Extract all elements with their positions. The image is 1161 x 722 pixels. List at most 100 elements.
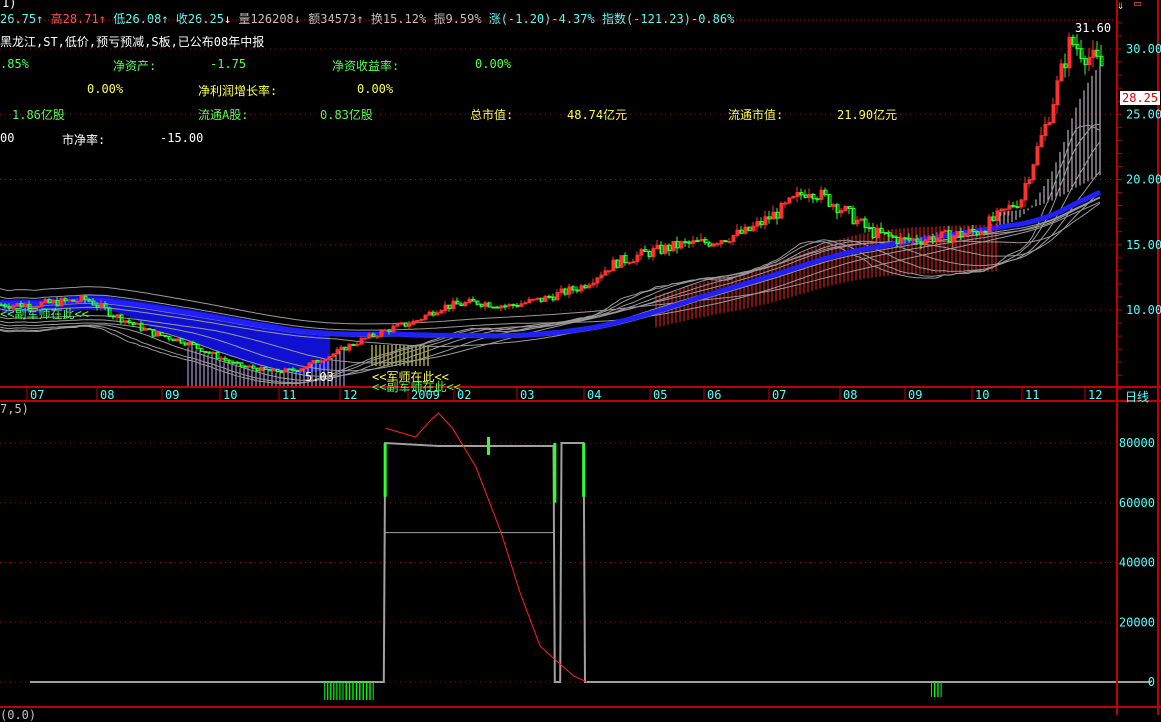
- candle-body: [407, 323, 412, 327]
- candle-body: [335, 349, 340, 355]
- month-label: 06: [707, 388, 721, 402]
- candle-body: [751, 225, 756, 232]
- candle-body: [567, 286, 572, 295]
- candle-body: [1023, 182, 1028, 201]
- price-tick-label: 15.00: [1126, 238, 1161, 252]
- candle-body: [867, 227, 872, 230]
- month-label: 10: [975, 388, 989, 402]
- month-label: 09: [165, 388, 179, 402]
- candle-body: [719, 240, 724, 245]
- candle-body: [295, 369, 300, 372]
- month-label: 05: [653, 388, 667, 402]
- candle-body: [123, 320, 128, 323]
- candle-body: [579, 285, 584, 292]
- candle-body: [415, 319, 420, 322]
- candle-body: [339, 346, 344, 351]
- candle-body: [923, 239, 928, 245]
- scroll-down-icon[interactable]: ⇓: [1117, 0, 1124, 12]
- candle-body: [935, 237, 940, 243]
- candle-body: [771, 211, 776, 220]
- candle-body: [603, 270, 608, 276]
- ma-line-grey: [0, 191, 1101, 372]
- indicator-red-curve: [385, 412, 588, 683]
- candle-body: [319, 360, 324, 363]
- candle-body: [607, 270, 612, 273]
- candle-body: [347, 344, 352, 351]
- signal-label-2: <<副军师在此<<: [372, 380, 461, 394]
- candle-body: [359, 338, 364, 345]
- candle-body: [303, 366, 308, 370]
- candle-body: [843, 205, 848, 212]
- candle-body: [787, 197, 792, 204]
- candle-body: [595, 277, 600, 284]
- candle-body: [515, 304, 520, 307]
- candle-body: [187, 341, 192, 346]
- indicator-title: 7,5): [0, 402, 29, 416]
- axes: 30.00 25.00 20.00 15.00 10.00 07 08 09 10 11 12 200…: [0, 0, 1161, 715]
- indicator-tick-label: 80000: [1119, 436, 1155, 450]
- candle-body: [323, 359, 328, 362]
- candle-body: [1055, 80, 1060, 106]
- candle-body: [451, 300, 456, 310]
- candle-body: [423, 314, 428, 320]
- candle-body: [899, 237, 904, 245]
- candle-body: [1019, 199, 1024, 208]
- candle-body: [247, 365, 252, 368]
- candle-body: [523, 302, 528, 305]
- price-tick-label: 25.00: [1126, 107, 1161, 121]
- candle-body: [383, 329, 388, 332]
- candle-body: [135, 322, 140, 325]
- candle-body: [587, 284, 592, 289]
- candle-body: [283, 368, 288, 373]
- candle-body: [175, 338, 180, 342]
- candle-body: [631, 261, 636, 264]
- candle-body: [875, 227, 880, 239]
- month-label: 03: [520, 388, 534, 402]
- candle-body: [327, 355, 332, 361]
- candle-body: [611, 259, 616, 272]
- candle-body: [231, 361, 236, 364]
- candle-body: [1043, 124, 1048, 137]
- candle-body: [559, 288, 564, 294]
- month-label: 04: [587, 388, 601, 402]
- candle-body: [859, 218, 864, 221]
- candle-body: [435, 312, 440, 316]
- indicator-tick-label: 20000: [1119, 615, 1155, 629]
- candle-body: [355, 343, 360, 346]
- candle-body: [903, 237, 908, 240]
- period-label[interactable]: 日线: [1125, 388, 1149, 405]
- candle-body: [671, 240, 676, 252]
- month-label: 08: [100, 388, 114, 402]
- candle-body: [783, 202, 788, 205]
- candle-body: [507, 304, 512, 307]
- candle-body: [1067, 36, 1072, 69]
- candle-body: [163, 334, 168, 337]
- candle-body: [927, 236, 932, 241]
- stock-chart[interactable]: 30.00 25.00 20.00 15.00 10.00 07 08 09 10 11 12 200…: [0, 0, 1161, 715]
- candle-body: [939, 231, 944, 239]
- candle-body: [711, 243, 716, 247]
- window-restore-icon[interactable]: ▭: [1134, 0, 1141, 10]
- candle-body: [271, 368, 276, 372]
- candle-body: [967, 228, 972, 235]
- month-label: 09: [908, 388, 922, 402]
- ma-line-grey: [0, 124, 1101, 385]
- candle-body: [983, 230, 988, 233]
- candle-body: [79, 295, 84, 302]
- candle-body: [911, 238, 916, 241]
- month-label: 07: [772, 388, 786, 402]
- candle-body: [963, 233, 968, 238]
- candle-body: [987, 216, 992, 233]
- high-marker: 31.60: [1075, 21, 1112, 35]
- candle-body: [1015, 206, 1020, 209]
- month-label: 11: [1025, 388, 1039, 402]
- low-marker: 5.03: [305, 370, 334, 384]
- candle-body: [807, 193, 812, 198]
- month-label: 07: [30, 388, 44, 402]
- candle-body: [503, 305, 508, 308]
- candle-body: [115, 314, 120, 318]
- indicator-tick-label: 40000: [1119, 556, 1155, 570]
- candle-body: [379, 330, 384, 337]
- candle-body: [1051, 104, 1056, 124]
- candle-body: [819, 189, 824, 200]
